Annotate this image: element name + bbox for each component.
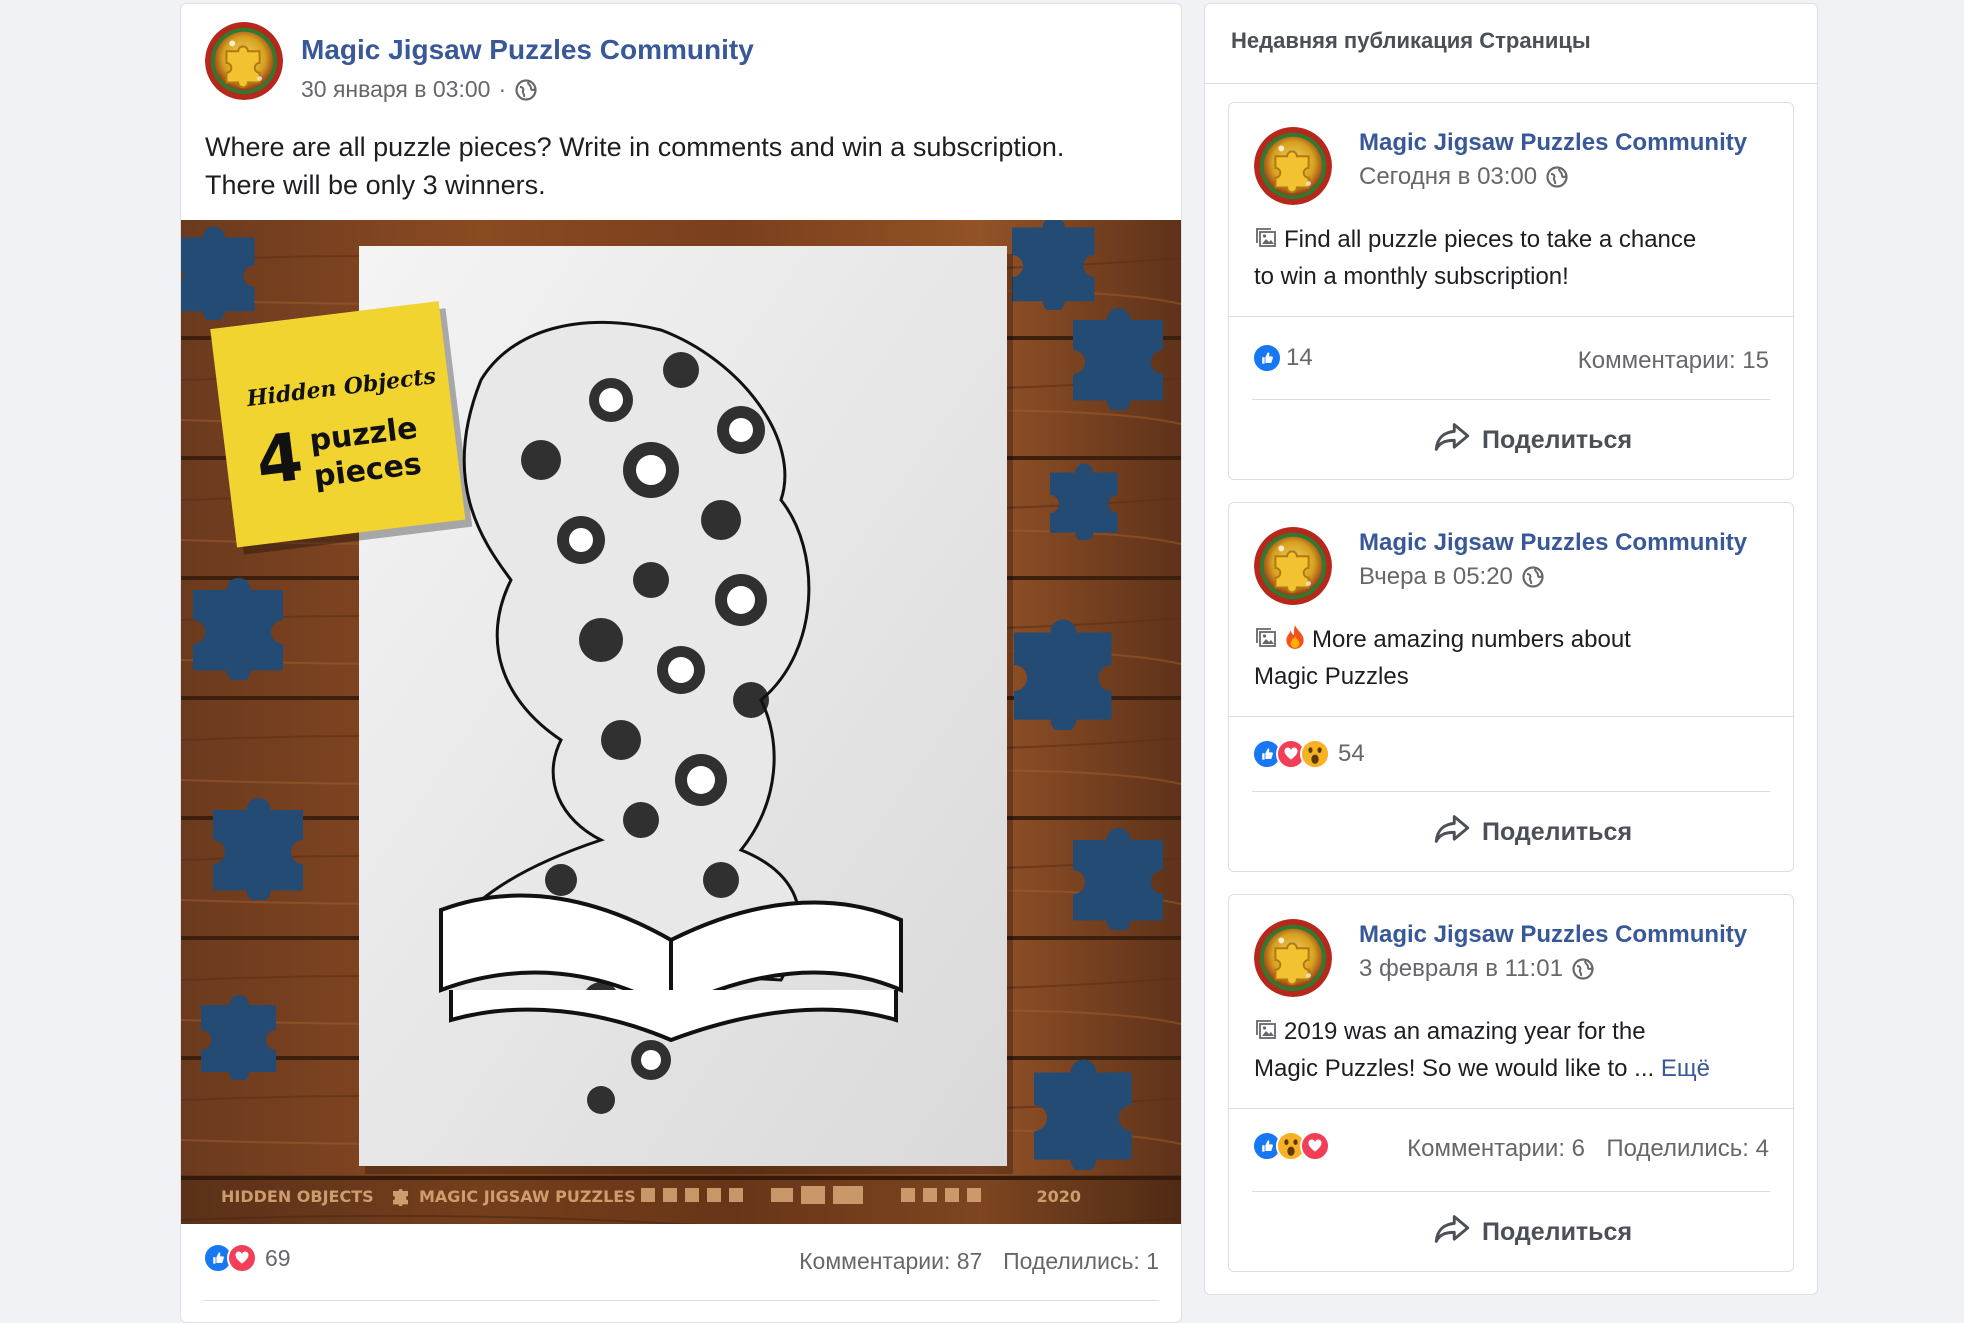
image-footer-brand: MAGIC JIGSAW PUZZLES — [419, 1187, 636, 1206]
fire-icon — [1284, 624, 1306, 660]
post-meta: 30 января в 03:00 · — [301, 76, 538, 103]
attachment-icon — [1254, 1018, 1278, 1052]
panel-title: Недавняя публикация Страницы — [1231, 28, 1591, 53]
main-divider — [203, 1300, 1159, 1301]
sticky-number: 4 — [252, 418, 307, 500]
main-stats: Комментарии: 87 Поделились: 1 — [799, 1248, 1159, 1275]
comments-count[interactable]: Комментарии: 87 — [799, 1248, 982, 1274]
panel-title-divider — [1205, 83, 1817, 84]
page-avatar[interactable] — [1254, 127, 1332, 205]
post-timestamp[interactable]: Сегодня в 03:00 — [1359, 163, 1537, 191]
page-name-link[interactable]: Magic Jigsaw Puzzles Community — [1359, 529, 1747, 557]
share-button[interactable]: Поделиться — [1434, 1213, 1632, 1252]
public-globe-icon — [1571, 957, 1595, 981]
post-image-graphic: Hidden Objects 4 puzzle pieces HIDDEN OB… — [181, 220, 1181, 1224]
image-footer-left: HIDDEN OBJECTS — [221, 1187, 374, 1206]
post-image[interactable]: Hidden Objects 4 puzzle pieces HIDDEN OB… — [181, 220, 1181, 1224]
image-footer-year: 2020 — [1036, 1187, 1081, 1206]
see-more-link[interactable]: Ещё — [1661, 1055, 1710, 1082]
post-text: 2019 was an amazing year for the Magic P… — [1254, 1015, 1774, 1086]
post-timestamp[interactable]: 3 февраля в 11:01 — [1359, 955, 1563, 983]
card-divider — [1252, 399, 1770, 400]
shares-count[interactable]: Поделились: 1 — [1003, 1248, 1159, 1274]
post-text-line: 2019 was an amazing year for the — [1284, 1018, 1646, 1045]
share-icon — [1434, 421, 1470, 460]
recent-post-card: Magic Jigsaw Puzzles Community 3 февраля… — [1228, 894, 1794, 1272]
post-timestamp[interactable]: Вчера в 05:20 — [1359, 563, 1513, 591]
post-timestamp[interactable]: 30 января в 03:00 — [301, 76, 490, 103]
post-text: More amazing numbers about Magic Puzzles — [1254, 623, 1774, 694]
recent-post-card: Magic Jigsaw Puzzles Community Вчера в 0… — [1228, 502, 1794, 872]
shares-count[interactable]: Поделились: 4 — [1606, 1135, 1769, 1162]
share-icon — [1434, 1213, 1470, 1252]
card-divider — [1229, 716, 1793, 717]
page-avatar[interactable] — [1254, 527, 1332, 605]
post-text-line: Find all puzzle pieces to take a chance — [1284, 226, 1697, 253]
post-text-line: Magic Puzzles — [1254, 663, 1409, 690]
reaction-count[interactable]: 14 — [1286, 344, 1313, 372]
post-text-line: More amazing numbers about — [1312, 626, 1631, 653]
attachment-icon — [1254, 626, 1278, 660]
post-stats: Комментарии: 6 Поделились: 4 — [1407, 1135, 1769, 1163]
post-reactions[interactable]: 54 — [1252, 739, 1365, 769]
like-reaction-icon — [1252, 343, 1282, 373]
post-text-line: There will be only 3 winners. — [205, 170, 546, 200]
post-text-line: Magic Puzzles! So we would like to ... — [1254, 1055, 1655, 1082]
reaction-count[interactable]: 54 — [1338, 740, 1365, 768]
share-button[interactable]: Поделиться — [1434, 421, 1632, 460]
comments-count[interactable]: Комментарии: 6 — [1407, 1135, 1585, 1162]
public-globe-icon — [514, 78, 538, 102]
page-name-link[interactable]: Magic Jigsaw Puzzles Community — [301, 34, 754, 66]
share-label: Поделиться — [1482, 818, 1633, 846]
card-divider — [1229, 316, 1793, 317]
wow-reaction-icon — [1300, 739, 1330, 769]
card-divider — [1229, 1108, 1793, 1109]
post-text: Find all puzzle pieces to take a chance … — [1254, 223, 1774, 294]
page-name-link[interactable]: Magic Jigsaw Puzzles Community — [1359, 921, 1747, 949]
post-reactions[interactable] — [1252, 1131, 1330, 1161]
page-avatar[interactable] — [205, 22, 283, 100]
meta-separator: · — [498, 76, 507, 102]
post-meta: 3 февраля в 11:01 — [1359, 955, 1595, 983]
attachment-icon — [1254, 226, 1278, 260]
post-meta: Вчера в 05:20 — [1359, 563, 1545, 591]
share-icon — [1434, 813, 1470, 852]
share-label: Поделиться — [1482, 1218, 1633, 1246]
page-avatar[interactable] — [1254, 919, 1332, 997]
post-text: Where are all puzzle pieces? Write in co… — [205, 128, 1165, 204]
post-meta: Сегодня в 03:00 — [1359, 163, 1569, 191]
page-name-link[interactable]: Magic Jigsaw Puzzles Community — [1359, 129, 1747, 157]
share-label: Поделиться — [1482, 426, 1633, 454]
public-globe-icon — [1521, 565, 1545, 589]
post-text-line: Where are all puzzle pieces? Write in co… — [205, 132, 1065, 162]
post-text-line: to win a monthly subscription! — [1254, 263, 1569, 290]
love-reaction-icon — [227, 1243, 257, 1273]
card-divider — [1252, 791, 1770, 792]
public-globe-icon — [1545, 165, 1569, 189]
post-reactions[interactable]: 14 — [1252, 343, 1313, 373]
recent-post-card: Magic Jigsaw Puzzles Community Сегодня в… — [1228, 102, 1794, 480]
love-reaction-icon — [1300, 1131, 1330, 1161]
comments-count[interactable]: Комментарии: 15 — [1578, 347, 1769, 375]
main-post: Magic Jigsaw Puzzles Community 30 января… — [180, 3, 1182, 1323]
card-divider — [1252, 1191, 1770, 1192]
reaction-count[interactable]: 69 — [265, 1245, 291, 1272]
share-button[interactable]: Поделиться — [1434, 813, 1632, 852]
main-reactions[interactable]: 69 — [203, 1243, 291, 1273]
